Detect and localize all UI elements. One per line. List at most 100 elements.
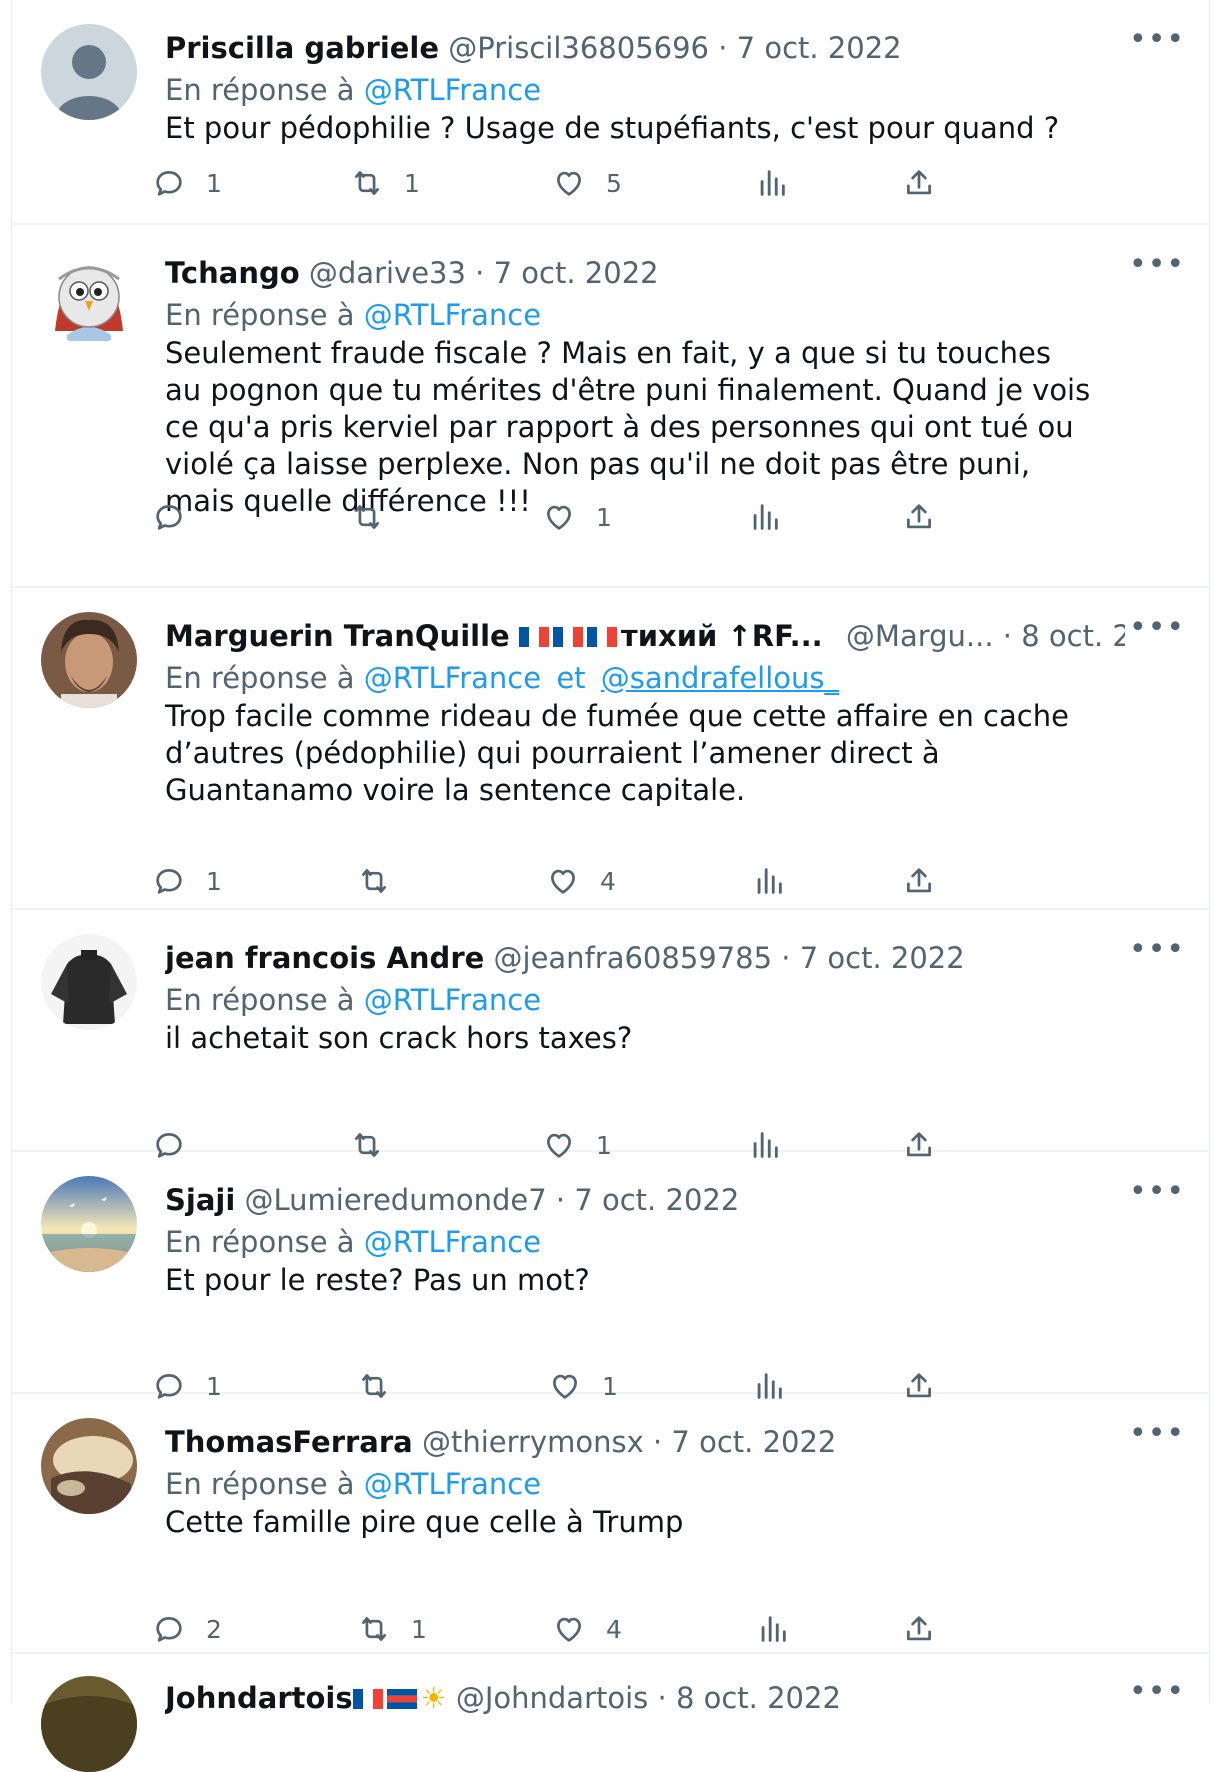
tweet[interactable]: Johndartois ☀ @Johndartois · 8 oct. 2022 … xyxy=(12,1654,1209,1772)
more-dots-icon[interactable]: ••• xyxy=(1129,25,1184,58)
like-count: 5 xyxy=(606,168,622,198)
retweet-count: 1 xyxy=(404,168,420,198)
tweet[interactable]: ThomasFerrara @thierrymonsx · 7 oct. 202… xyxy=(12,1394,1209,1654)
reply-prefix: En réponse à xyxy=(165,1225,355,1259)
views-button[interactable] xyxy=(748,497,782,537)
author-name[interactable]: Tchango xyxy=(165,256,300,290)
more-dots-icon[interactable]: ••• xyxy=(1129,250,1184,283)
retweet-button[interactable] xyxy=(350,497,404,537)
author-handle[interactable]: @Priscil36805696 xyxy=(448,31,709,65)
retweet-arrows-icon xyxy=(355,505,379,529)
mention-link[interactable]: @RTLFrance xyxy=(364,73,541,107)
bar-chart-icon xyxy=(761,1616,786,1642)
tweet[interactable]: Priscilla gabriele @Priscil36805696 · 7 … xyxy=(12,0,1209,225)
share-button[interactable] xyxy=(902,861,936,901)
author-handle[interactable]: @jeanfra60859785 xyxy=(494,941,773,975)
mention-link[interactable]: @RTLFrance xyxy=(364,1225,541,1259)
separator-dot: · xyxy=(546,1183,575,1217)
mention-link[interactable]: @RTLFrance xyxy=(364,298,541,332)
french-flag-icon xyxy=(352,1689,383,1709)
separator-dot: · xyxy=(772,941,800,975)
author-handle[interactable]: @Johndartois xyxy=(456,1681,648,1715)
more-dots-icon[interactable]: ••• xyxy=(1129,1419,1184,1452)
reply-count: 1 xyxy=(206,168,222,198)
heart-icon xyxy=(551,869,575,894)
reply-button[interactable]: 2 xyxy=(152,1609,222,1649)
separator-dot: · xyxy=(709,31,737,65)
tweet[interactable]: Sjaji @Lumieredumonde7 · 7 oct. 2022 •••… xyxy=(12,1152,1209,1401)
tweet-date[interactable]: 7 oct. 2022 xyxy=(574,1183,739,1217)
mention-link[interactable]: @RTLFrance xyxy=(364,983,541,1017)
speech-bubble-icon xyxy=(156,869,182,894)
tweet-date[interactable]: 8 oct. 2022 xyxy=(1021,619,1125,653)
mention-link[interactable]: @RTLFrance xyxy=(364,1467,541,1501)
tweet[interactable]: jean francois Andre @jeanfra60859785 · 7… xyxy=(12,910,1209,1160)
retweet-button[interactable] xyxy=(357,861,411,901)
retweet-button[interactable]: 1 xyxy=(350,163,420,203)
retweet-button[interactable]: 1 xyxy=(357,1609,427,1649)
author-handle[interactable]: @Margu... xyxy=(846,619,994,653)
tweet-header: Sjaji @Lumieredumonde7 · 7 oct. 2022 xyxy=(165,1180,1125,1220)
retweet-arrows-icon xyxy=(362,1617,386,1641)
views-button[interactable] xyxy=(752,861,786,901)
tweet-text: Trop facile comme rideau de fumée que ce… xyxy=(165,699,1069,807)
mention-link[interactable]: @sandrafellous_ xyxy=(601,661,839,695)
tweet-text: Seulement fraude fiscale ? Mais en fait,… xyxy=(165,336,1091,518)
like-button[interactable]: 4 xyxy=(546,861,616,901)
reply-button[interactable]: 1 xyxy=(152,861,222,901)
bar-chart-icon xyxy=(753,504,778,530)
retweet-arrows-icon xyxy=(355,171,379,195)
author-name[interactable]: Johndartois xyxy=(165,1681,353,1715)
tweet-text: Et pour pédophilie ? Usage de stupéfiant… xyxy=(165,111,1060,145)
french-flag-icon xyxy=(518,627,549,647)
avatar-photo-landscape[interactable] xyxy=(41,1676,137,1772)
avatar-owl-cartoon[interactable] xyxy=(41,249,137,345)
reply-count: 2 xyxy=(206,1614,222,1644)
more-dots-icon[interactable]: ••• xyxy=(1129,1677,1184,1710)
more-dots-icon[interactable]: ••• xyxy=(1129,613,1184,646)
like-button[interactable]: 5 xyxy=(552,163,622,203)
separator-dot: · xyxy=(465,256,494,290)
bar-chart-icon xyxy=(760,170,785,196)
like-button[interactable]: 1 xyxy=(542,497,612,537)
avatar-photo-bread[interactable] xyxy=(41,1418,137,1514)
flag-icon xyxy=(386,1689,417,1709)
tweet-date[interactable]: 8 oct. 2022 xyxy=(676,1681,841,1715)
author-name[interactable]: Priscilla gabriele xyxy=(165,31,439,65)
reply-context: En réponse à @RTLFrance xyxy=(165,1222,541,1262)
tweet-date[interactable]: 7 oct. 2022 xyxy=(671,1425,836,1459)
tweet[interactable]: Marguerin TranQuille тихий ↑RF... @Margu… xyxy=(12,588,1209,910)
avatar-photo-man[interactable] xyxy=(41,612,137,708)
avatar-dark-sweater[interactable] xyxy=(41,934,137,1030)
author-name[interactable]: ThomasFerrara xyxy=(165,1425,413,1459)
share-button[interactable] xyxy=(902,163,936,203)
author-name[interactable]: jean francois Andre xyxy=(165,941,484,975)
avatar-default[interactable] xyxy=(41,24,137,120)
tweet-header: Marguerin TranQuille тихий ↑RF... @Margu… xyxy=(165,616,1125,656)
tweet-text: Et pour le reste? Pas un mot? xyxy=(165,1263,590,1297)
mention-link[interactable]: @RTLFrance xyxy=(364,661,541,695)
author-handle[interactable]: @darive33 xyxy=(309,256,466,290)
tweet-date[interactable]: 7 oct. 2022 xyxy=(800,941,965,975)
tweet-header: Tchango @darive33 · 7 oct. 2022 xyxy=(165,253,1125,293)
author-handle[interactable]: @thierrymonsx xyxy=(422,1425,644,1459)
views-button[interactable] xyxy=(756,1609,790,1649)
share-button[interactable] xyxy=(902,1609,936,1649)
reply-button[interactable] xyxy=(152,497,206,537)
author-handle[interactable]: @Lumieredumonde7 xyxy=(245,1183,547,1217)
author-name[interactable]: Sjaji xyxy=(165,1183,235,1217)
tweet[interactable]: Tchango @darive33 · 7 oct. 2022 ••• En r… xyxy=(12,225,1209,588)
avatar-sunset-sea[interactable] xyxy=(41,1176,137,1272)
sun-icon: ☀ xyxy=(420,1681,447,1715)
more-dots-icon[interactable]: ••• xyxy=(1129,1177,1184,1210)
reply-prefix: En réponse à xyxy=(165,1467,355,1501)
tweet-date[interactable]: 7 oct. 2022 xyxy=(494,256,659,290)
tweet-date[interactable]: 7 oct. 2022 xyxy=(737,31,902,65)
author-name-suffix[interactable]: тихий ↑RF... xyxy=(621,619,823,653)
views-button[interactable] xyxy=(755,163,789,203)
share-button[interactable] xyxy=(902,497,936,537)
like-button[interactable]: 4 xyxy=(552,1609,622,1649)
author-name[interactable]: Marguerin TranQuille xyxy=(165,619,510,653)
more-dots-icon[interactable]: ••• xyxy=(1129,935,1184,968)
reply-button[interactable]: 1 xyxy=(152,163,222,203)
